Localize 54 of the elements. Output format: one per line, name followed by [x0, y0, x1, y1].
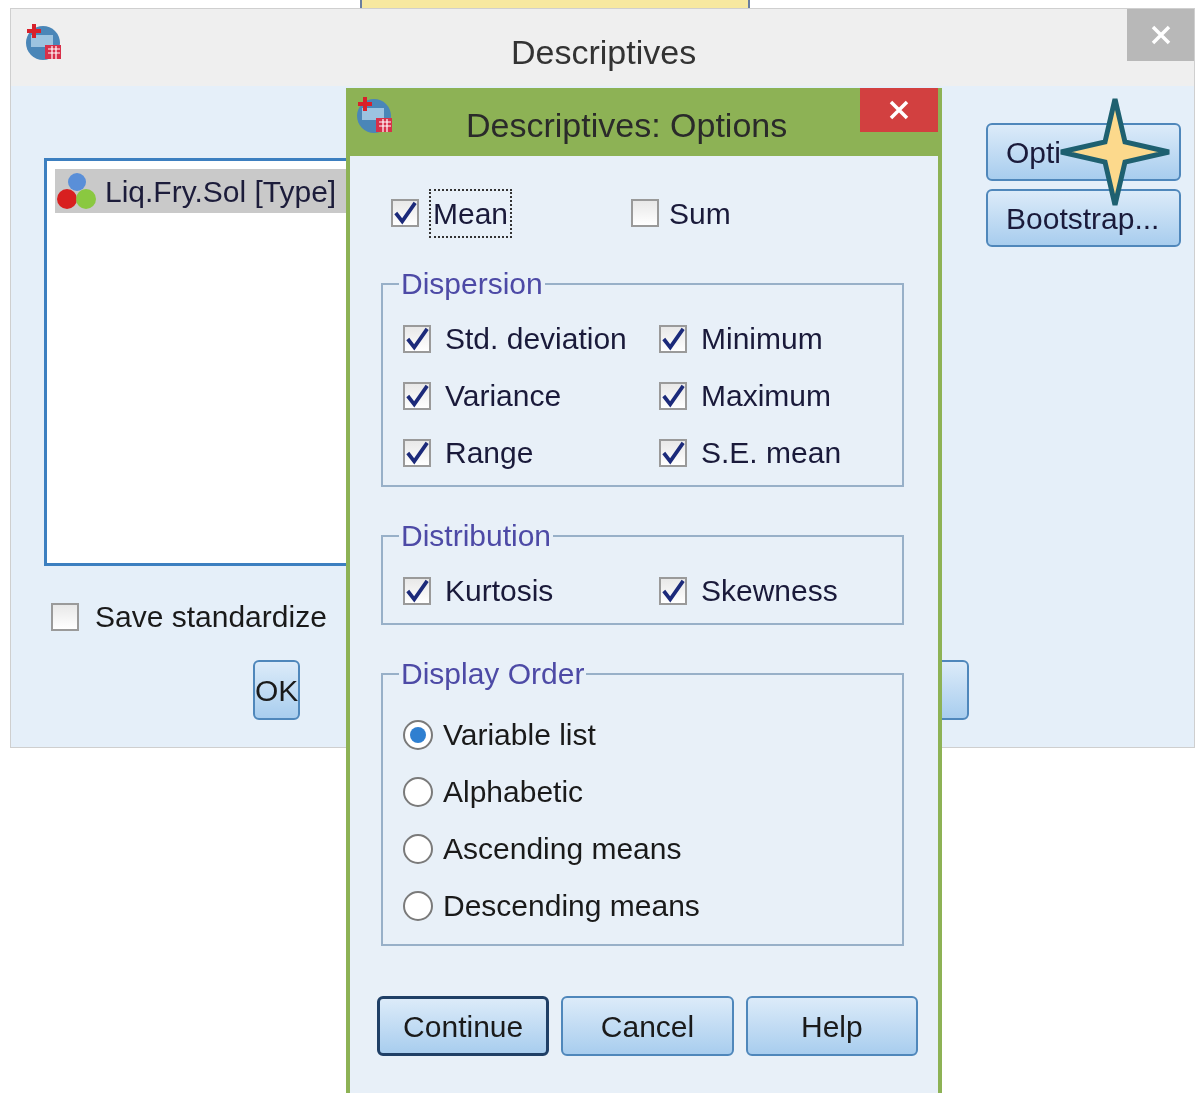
checkbox-label: Skewness: [701, 573, 838, 609]
checkbox-label: Maximum: [701, 378, 831, 414]
checkmark-icon: [661, 439, 685, 466]
group-title: Distribution: [400, 518, 553, 554]
checkbox[interactable]: [403, 381, 431, 410]
checkbox-label: S.E. mean: [701, 435, 842, 471]
checkbox-label: Sum: [669, 195, 731, 232]
checkbox-label: Range: [445, 435, 534, 471]
checkbox-label: Kurtosis: [445, 573, 554, 609]
group-title: Dispersion: [400, 266, 544, 302]
checkbox-label: Save standardize: [95, 599, 327, 635]
checkbox[interactable]: [391, 199, 419, 227]
checkbox[interactable]: [659, 381, 687, 410]
checkbox-label: Std. deviation: [445, 321, 627, 357]
checkmark-icon: [661, 577, 685, 604]
radio-label: Alphabetic: [443, 774, 584, 810]
close-icon: [1149, 24, 1172, 46]
dialog-button[interactable]: Cancel: [561, 996, 734, 1056]
checkmark-icon: [661, 325, 685, 352]
checkbox[interactable]: [403, 324, 431, 353]
window-title: Descriptives: [511, 32, 697, 73]
checkmark-icon: [405, 439, 429, 466]
close-icon: [888, 99, 910, 121]
sparkle-icon: [1058, 96, 1172, 208]
close-button[interactable]: [860, 88, 938, 132]
ok-button[interactable]: OK: [253, 660, 301, 720]
checkbox[interactable]: [403, 438, 431, 467]
radio-button[interactable]: [403, 776, 433, 807]
checkmark-icon: [405, 325, 429, 352]
dialog-button[interactable]: Help: [745, 996, 918, 1056]
radio-button[interactable]: [403, 890, 433, 921]
checkbox[interactable]: [659, 324, 687, 353]
radio-label: Variable list: [443, 717, 596, 753]
checkbox[interactable]: [631, 199, 659, 227]
checkmark-icon: [405, 577, 429, 604]
checkbox[interactable]: [659, 576, 687, 605]
checkbox[interactable]: [403, 576, 431, 605]
radio-button[interactable]: [403, 833, 433, 864]
checkbox[interactable]: [51, 602, 79, 631]
nominal-variable-icon: [55, 171, 99, 211]
radio-label: Ascending means: [443, 831, 682, 867]
window-title: Descriptives: Options: [466, 105, 788, 146]
checkbox-label: Minimum: [701, 321, 823, 357]
group-title: Display Order: [400, 656, 586, 692]
dialog-button[interactable]: Continue: [377, 996, 550, 1056]
checkmark-icon: [661, 382, 685, 409]
radio-button[interactable]: [403, 719, 433, 750]
dialog-button[interactable]: Bootstrap...: [986, 189, 1181, 247]
checkmark-icon: [393, 200, 417, 226]
checkbox-label: Mean: [429, 188, 513, 238]
checkbox-label: Variance: [445, 378, 562, 414]
checkbox[interactable]: [659, 438, 687, 467]
checkmark-icon: [405, 382, 429, 409]
radio-label: Descending means: [443, 888, 700, 924]
